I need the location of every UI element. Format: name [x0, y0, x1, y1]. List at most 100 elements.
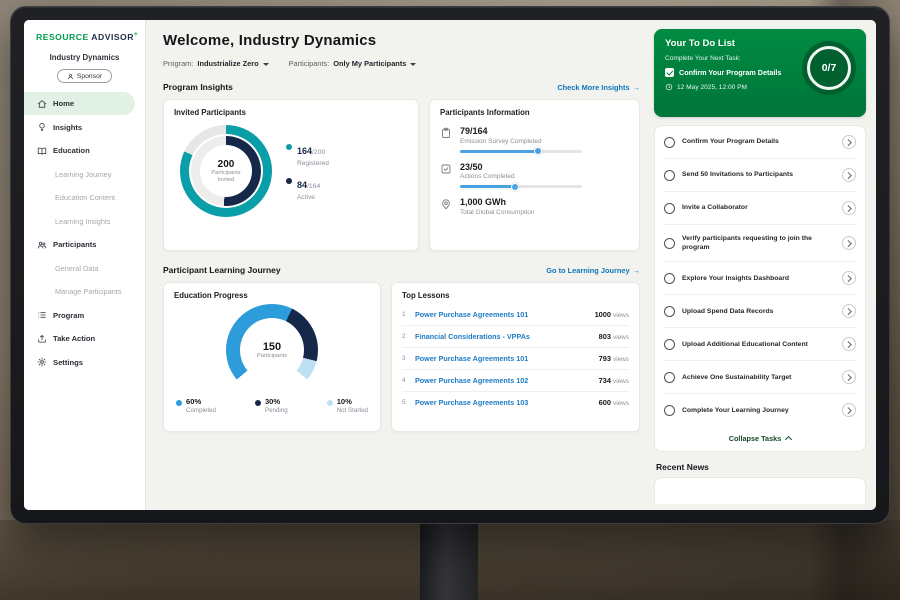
actions-progress-bar[interactable] [460, 185, 582, 188]
legend-item-active: 84/164 Active [286, 175, 329, 201]
chevron-right-icon[interactable] [842, 370, 856, 384]
stat-global-consumption: 1,000 GWh Total Global Consumption [440, 197, 629, 216]
chevron-right-icon[interactable] [842, 201, 856, 215]
filter-bar: Program: Industrialize Zero Participants… [163, 59, 640, 68]
task-checkbox[interactable] [664, 273, 675, 284]
task-row[interactable]: Complete Your Learning Journey [664, 394, 856, 426]
task-label: Explore Your Insights Dashboard [682, 274, 816, 283]
lesson-views-suffix: views [613, 334, 629, 341]
sidebar: RESOURCE ADVISOR+ Industry Dynamics Spon… [24, 20, 146, 510]
task-label: Achieve One Sustainability Target [682, 373, 816, 382]
sponsor-badge[interactable]: Sponsor [57, 69, 112, 83]
lesson-row[interactable]: 2 Financial Considerations - VPPAs 803vi… [402, 326, 629, 348]
card-title: Participants Information [440, 108, 629, 117]
task-checkbox[interactable] [664, 238, 675, 249]
lesson-row[interactable]: 1 Power Purchase Agreements 101 1000view… [402, 304, 629, 326]
task-checkbox[interactable] [664, 405, 675, 416]
monitor-bezel: RESOURCE ADVISOR+ Industry Dynamics Spon… [10, 6, 890, 524]
location-pin-icon [440, 198, 452, 210]
task-row[interactable]: Explore Your Insights Dashboard [664, 262, 856, 295]
legend-dot [286, 144, 292, 150]
sidebar-item-settings[interactable]: Settings [24, 350, 145, 374]
next-task-label: Confirm Your Program Details [679, 68, 781, 77]
emission-progress-bar[interactable] [460, 150, 582, 153]
sidebar-item-manage-participants[interactable]: Manage Participants [24, 280, 145, 304]
sidebar-item-home[interactable]: Home [24, 92, 135, 116]
go-to-learning-journey-link[interactable]: Go to Learning Journey → [546, 266, 640, 275]
lesson-title-link[interactable]: Power Purchase Agreements 101 [415, 354, 593, 363]
chevron-right-icon[interactable] [842, 271, 856, 285]
task-row[interactable]: Upload Additional Educational Content [664, 328, 856, 361]
link-label: Check More Insights [557, 83, 629, 92]
sidebar-item-insights[interactable]: Insights [24, 115, 145, 139]
legend-dot [286, 178, 292, 184]
lesson-views-value: 600 [599, 398, 611, 407]
legend-value: 30% [265, 397, 280, 406]
lesson-row[interactable]: 4 Power Purchase Agreements 102 734views [402, 370, 629, 392]
invited-donut-ring-outer: 200 Participants Invited [180, 125, 272, 217]
participants-filter[interactable]: Participants: Only My Participants [289, 59, 417, 68]
lesson-title-link[interactable]: Power Purchase Agreements 103 [415, 398, 593, 407]
learning-cards-row: Education Progress 150 Participants 60% [163, 282, 640, 432]
task-checkbox[interactable] [664, 306, 675, 317]
section-title: Participant Learning Journey [163, 265, 281, 275]
sidebar-item-learning-insights[interactable]: Learning Insights [24, 209, 145, 233]
lesson-rank: 3 [402, 355, 415, 362]
learning-journey-header: Participant Learning Journey Go to Learn… [163, 265, 640, 275]
task-checkbox[interactable] [664, 203, 675, 214]
task-checkbox[interactable] [664, 170, 675, 181]
donut-center-value: 200 [218, 159, 235, 170]
chevron-right-icon[interactable] [842, 403, 856, 417]
legend-label: Pending [255, 407, 288, 414]
upload-icon [37, 334, 47, 344]
checked-checkbox-icon[interactable] [665, 68, 674, 77]
collapse-tasks-link[interactable]: Collapse Tasks [664, 426, 856, 451]
chevron-right-icon[interactable] [842, 337, 856, 351]
card-title: Education Progress [174, 291, 370, 300]
sidebar-item-learning-journey[interactable]: Learning Journey [24, 162, 145, 186]
lesson-views-suffix: views [613, 378, 629, 385]
lesson-views-value: 793 [599, 354, 611, 363]
participants-information-card: Participants Information 79/164 Emission… [429, 99, 640, 251]
sidebar-item-education[interactable]: Education [24, 139, 145, 163]
stat-value: 1,000 GWh [460, 197, 534, 207]
task-row[interactable]: Verify participants requesting to join t… [664, 225, 856, 262]
monitor-stand [420, 523, 478, 600]
task-row[interactable]: Upload Spend Data Records [664, 295, 856, 328]
task-checkbox[interactable] [664, 137, 675, 148]
gear-icon [37, 357, 47, 367]
task-row[interactable]: Send 50 Invitations to Participants [664, 159, 856, 192]
sidebar-item-label: Manage Participants [55, 287, 122, 296]
lesson-views-value: 1000 [595, 310, 611, 319]
legend-value: 10% [337, 397, 352, 406]
sidebar-item-education-content[interactable]: Education Content [24, 186, 145, 210]
lesson-title-link[interactable]: Power Purchase Agreements 101 [415, 310, 589, 319]
task-row[interactable]: Confirm Your Program Details [664, 126, 856, 159]
lesson-title-link[interactable]: Financial Considerations - VPPAs [415, 332, 593, 341]
sidebar-item-program[interactable]: Program [24, 303, 145, 327]
lesson-row[interactable]: 5 Power Purchase Agreements 103 600views [402, 392, 629, 413]
section-title: Program Insights [163, 82, 233, 92]
task-checkbox[interactable] [664, 339, 675, 350]
next-task-row[interactable]: Confirm Your Program Details [665, 68, 805, 77]
task-label: Invite a Collaborator [682, 203, 816, 212]
recent-news-title: Recent News [656, 462, 866, 472]
task-row[interactable]: Achieve One Sustainability Target [664, 361, 856, 394]
check-more-insights-link[interactable]: Check More Insights → [557, 83, 640, 92]
sidebar-item-general-data[interactable]: General Data [24, 256, 145, 280]
chevron-down-icon [263, 63, 269, 66]
task-row[interactable]: Invite a Collaborator [664, 192, 856, 225]
lesson-row[interactable]: 3 Power Purchase Agreements 101 793views [402, 348, 629, 370]
progress-fill [460, 185, 516, 188]
lesson-title-link[interactable]: Power Purchase Agreements 102 [415, 376, 593, 385]
chevron-right-icon[interactable] [842, 236, 856, 250]
chevron-right-icon[interactable] [842, 135, 856, 149]
program-filter-value: Industrialize Zero [197, 59, 258, 68]
sidebar-item-take-action[interactable]: Take Action [24, 327, 145, 351]
chevron-right-icon[interactable] [842, 168, 856, 182]
gauge-legend: 60% Completed 30% Pending 10% Not Starte… [174, 397, 370, 414]
sidebar-item-participants[interactable]: Participants [24, 233, 145, 257]
program-filter[interactable]: Program: Industrialize Zero [163, 59, 269, 68]
task-checkbox[interactable] [664, 372, 675, 383]
chevron-right-icon[interactable] [842, 304, 856, 318]
